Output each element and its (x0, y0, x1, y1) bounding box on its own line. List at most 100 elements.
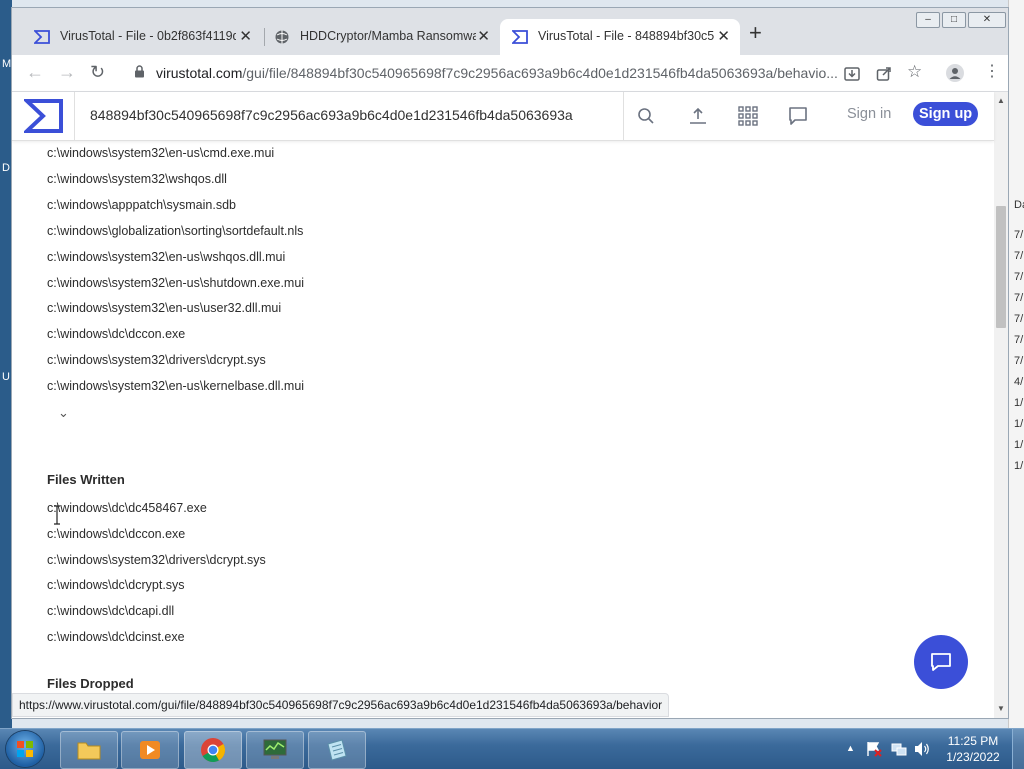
background-window-cell: 7/ (1014, 292, 1024, 304)
file-opened-item: c:\windows\system32\wshqos.dll (47, 171, 227, 186)
browser-toolbar: ← → ↻ virustotal.com/gui/file/848894bf30… (12, 55, 1008, 92)
background-window-cell: 7/ (1014, 313, 1024, 325)
folder-icon (77, 742, 101, 760)
windows-logo-icon (17, 741, 33, 757)
sign-in-link[interactable]: Sign in (847, 106, 891, 122)
background-window-cell: 1/ (1014, 439, 1024, 451)
chat-bubble-icon[interactable] (788, 106, 808, 126)
more-menu-icon[interactable]: ⋮ (984, 61, 1000, 83)
vertical-scrollbar[interactable]: ▲ ▼ (994, 92, 1008, 718)
action-center-flag-icon[interactable] (866, 741, 882, 757)
tab-hddcryptor[interactable]: HDDCryptor/Mamba Ransomwar ✕ (262, 19, 500, 55)
expand-chevron-icon[interactable]: ⌄ (58, 405, 69, 421)
tab-title: HDDCryptor/Mamba Ransomwar (300, 29, 476, 43)
forward-arrow-icon[interactable]: → (58, 61, 76, 83)
scrollbar-thumb[interactable] (996, 206, 1006, 328)
url-host: virustotal.com (156, 65, 243, 81)
windows-taskbar: ▲ 11:25 PM 1/23/2022 (0, 728, 1024, 769)
scroll-down-arrow-icon[interactable]: ▼ (997, 704, 1005, 713)
close-tab-icon[interactable]: ✕ (477, 27, 490, 45)
tray-expand-icon[interactable]: ▲ (846, 743, 855, 753)
show-desktop-button[interactable] (1012, 729, 1024, 769)
network-icon[interactable] (891, 741, 907, 757)
scroll-up-arrow-icon[interactable]: ▲ (997, 96, 1005, 105)
lock-icon (135, 65, 144, 78)
desktop-left-letter: U (2, 371, 10, 383)
background-window-cell: 1/ (1014, 418, 1024, 430)
maximize-button[interactable]: □ (942, 12, 966, 28)
monitor-icon (263, 739, 287, 759)
search-query-text: 848894bf30c540965698f7c9c2956ac693a9b6c4… (90, 107, 573, 123)
taskbar-media-player[interactable] (121, 731, 179, 769)
upload-icon[interactable] (688, 106, 708, 126)
text-cursor-icon (54, 505, 60, 525)
background-window-cell: 7/ (1014, 355, 1024, 367)
file-opened-item: c:\windows\system32\drivers\dcrypt.sys (47, 353, 266, 368)
search-icon[interactable] (637, 107, 655, 125)
url-text: virustotal.com/gui/file/848894bf30c54096… (156, 65, 838, 81)
apps-grid-icon[interactable] (738, 106, 758, 126)
tab-virustotal-active[interactable]: VirusTotal - File - 848894bf30c5 ✕ (500, 19, 740, 55)
close-tab-icon[interactable]: ✕ (239, 27, 252, 45)
taskbar-explorer[interactable] (60, 731, 118, 769)
background-window-cell: 7/ (1014, 271, 1024, 283)
back-arrow-icon[interactable]: ← (26, 61, 44, 83)
files-dropped-title: Files Dropped (47, 676, 134, 691)
file-opened-item: c:\windows\system32\en-us\shutdown.exe.m… (47, 275, 305, 290)
close-tab-icon[interactable]: ✕ (717, 27, 730, 45)
files-written-title: Files Written (47, 472, 125, 487)
reload-icon[interactable]: ↻ (90, 61, 105, 83)
background-window-cell: 7/ (1014, 334, 1024, 346)
link-status-bar: https://www.virustotal.com/gui/file/8488… (12, 693, 670, 717)
minimize-button[interactable]: – (916, 12, 940, 28)
url-path: /gui/file/848894bf30c540965698f7c9c2956a… (242, 65, 838, 81)
globe-icon (275, 30, 289, 44)
sign-up-button[interactable]: Sign up (913, 102, 979, 126)
taskbar-chrome[interactable] (184, 731, 242, 769)
background-window-cell: Da (1014, 199, 1024, 211)
address-bar[interactable]: virustotal.com/gui/file/848894bf30c54096… (130, 59, 840, 87)
background-window-cell: 4/ (1014, 376, 1024, 388)
share-icon[interactable] (876, 66, 892, 82)
clock-time: 11:25 PM (947, 734, 999, 748)
file-opened-item: c:\windows\apppatch\sysmain.sdb (47, 197, 236, 212)
behavior-content: c:\windows\system32\en-us\cmd.exe.mui c:\… (12, 140, 994, 718)
taskbar-clock[interactable]: 11:25 PM 1/23/2022 (938, 733, 1008, 765)
volume-icon[interactable] (914, 741, 930, 757)
start-button[interactable] (6, 731, 44, 767)
desktop-left-letter: D (2, 162, 10, 174)
tab-strip: – □ ✕ VirusTotal - File - 0b2f863f4119d … (12, 8, 1008, 55)
profile-avatar-icon[interactable] (946, 64, 964, 82)
tab-virustotal-1[interactable]: VirusTotal - File - 0b2f863f4119d ✕ (22, 19, 262, 55)
file-written-item: c:\windows\dc\dcinst.exe (47, 630, 185, 644)
browser-window: – □ ✕ VirusTotal - File - 0b2f863f4119d … (12, 8, 1008, 718)
clock-date: 1/23/2022 (946, 750, 1000, 764)
close-window-button[interactable]: ✕ (968, 12, 1006, 28)
background-window-cell: 7/ (1014, 229, 1024, 241)
virustotal-logo[interactable] (24, 98, 64, 134)
file-opened-item: c:\windows\dc\dccon.exe (47, 327, 186, 342)
file-written-item: c:\windows\dc\dcrypt.sys (47, 578, 185, 593)
virustotal-header: 848894bf30c540965698f7c9c2956ac693a9b6c4… (12, 92, 994, 141)
chrome-icon (201, 738, 226, 763)
file-opened-item: c:\windows\system32\en-us\wshqos.dll.mui (47, 249, 286, 264)
chat-icon (931, 653, 951, 671)
virustotal-icon (512, 30, 528, 44)
desktop-left-strip: M D U (0, 0, 12, 728)
file-opened-item: c:\windows\globalization\sorting\sortdef… (47, 223, 304, 238)
media-player-icon (140, 741, 160, 759)
virustotal-icon (34, 30, 50, 44)
bookmark-star-icon[interactable]: ☆ (907, 61, 922, 83)
taskbar-notepad[interactable] (308, 731, 366, 769)
desktop-left-letter: M (2, 58, 12, 70)
file-written-item: c:\windows\system32\drivers\dcrypt.sys (47, 552, 266, 567)
taskbar-task-manager[interactable] (246, 731, 304, 769)
notepad-icon (327, 739, 347, 761)
file-opened-item: c:\windows\system32\en-us\user32.dll.mui (47, 301, 282, 316)
chat-fab-button[interactable] (914, 635, 968, 689)
hash-search-field[interactable]: 848894bf30c540965698f7c9c2956ac693a9b6c4… (74, 92, 624, 140)
file-written-item: c:\windows\dc\dcapi.dll (47, 604, 175, 619)
file-opened-item: c:\windows\system32\en-us\cmd.exe.mui (47, 146, 275, 160)
new-tab-button[interactable]: + (749, 22, 762, 44)
install-app-icon[interactable] (844, 66, 860, 82)
